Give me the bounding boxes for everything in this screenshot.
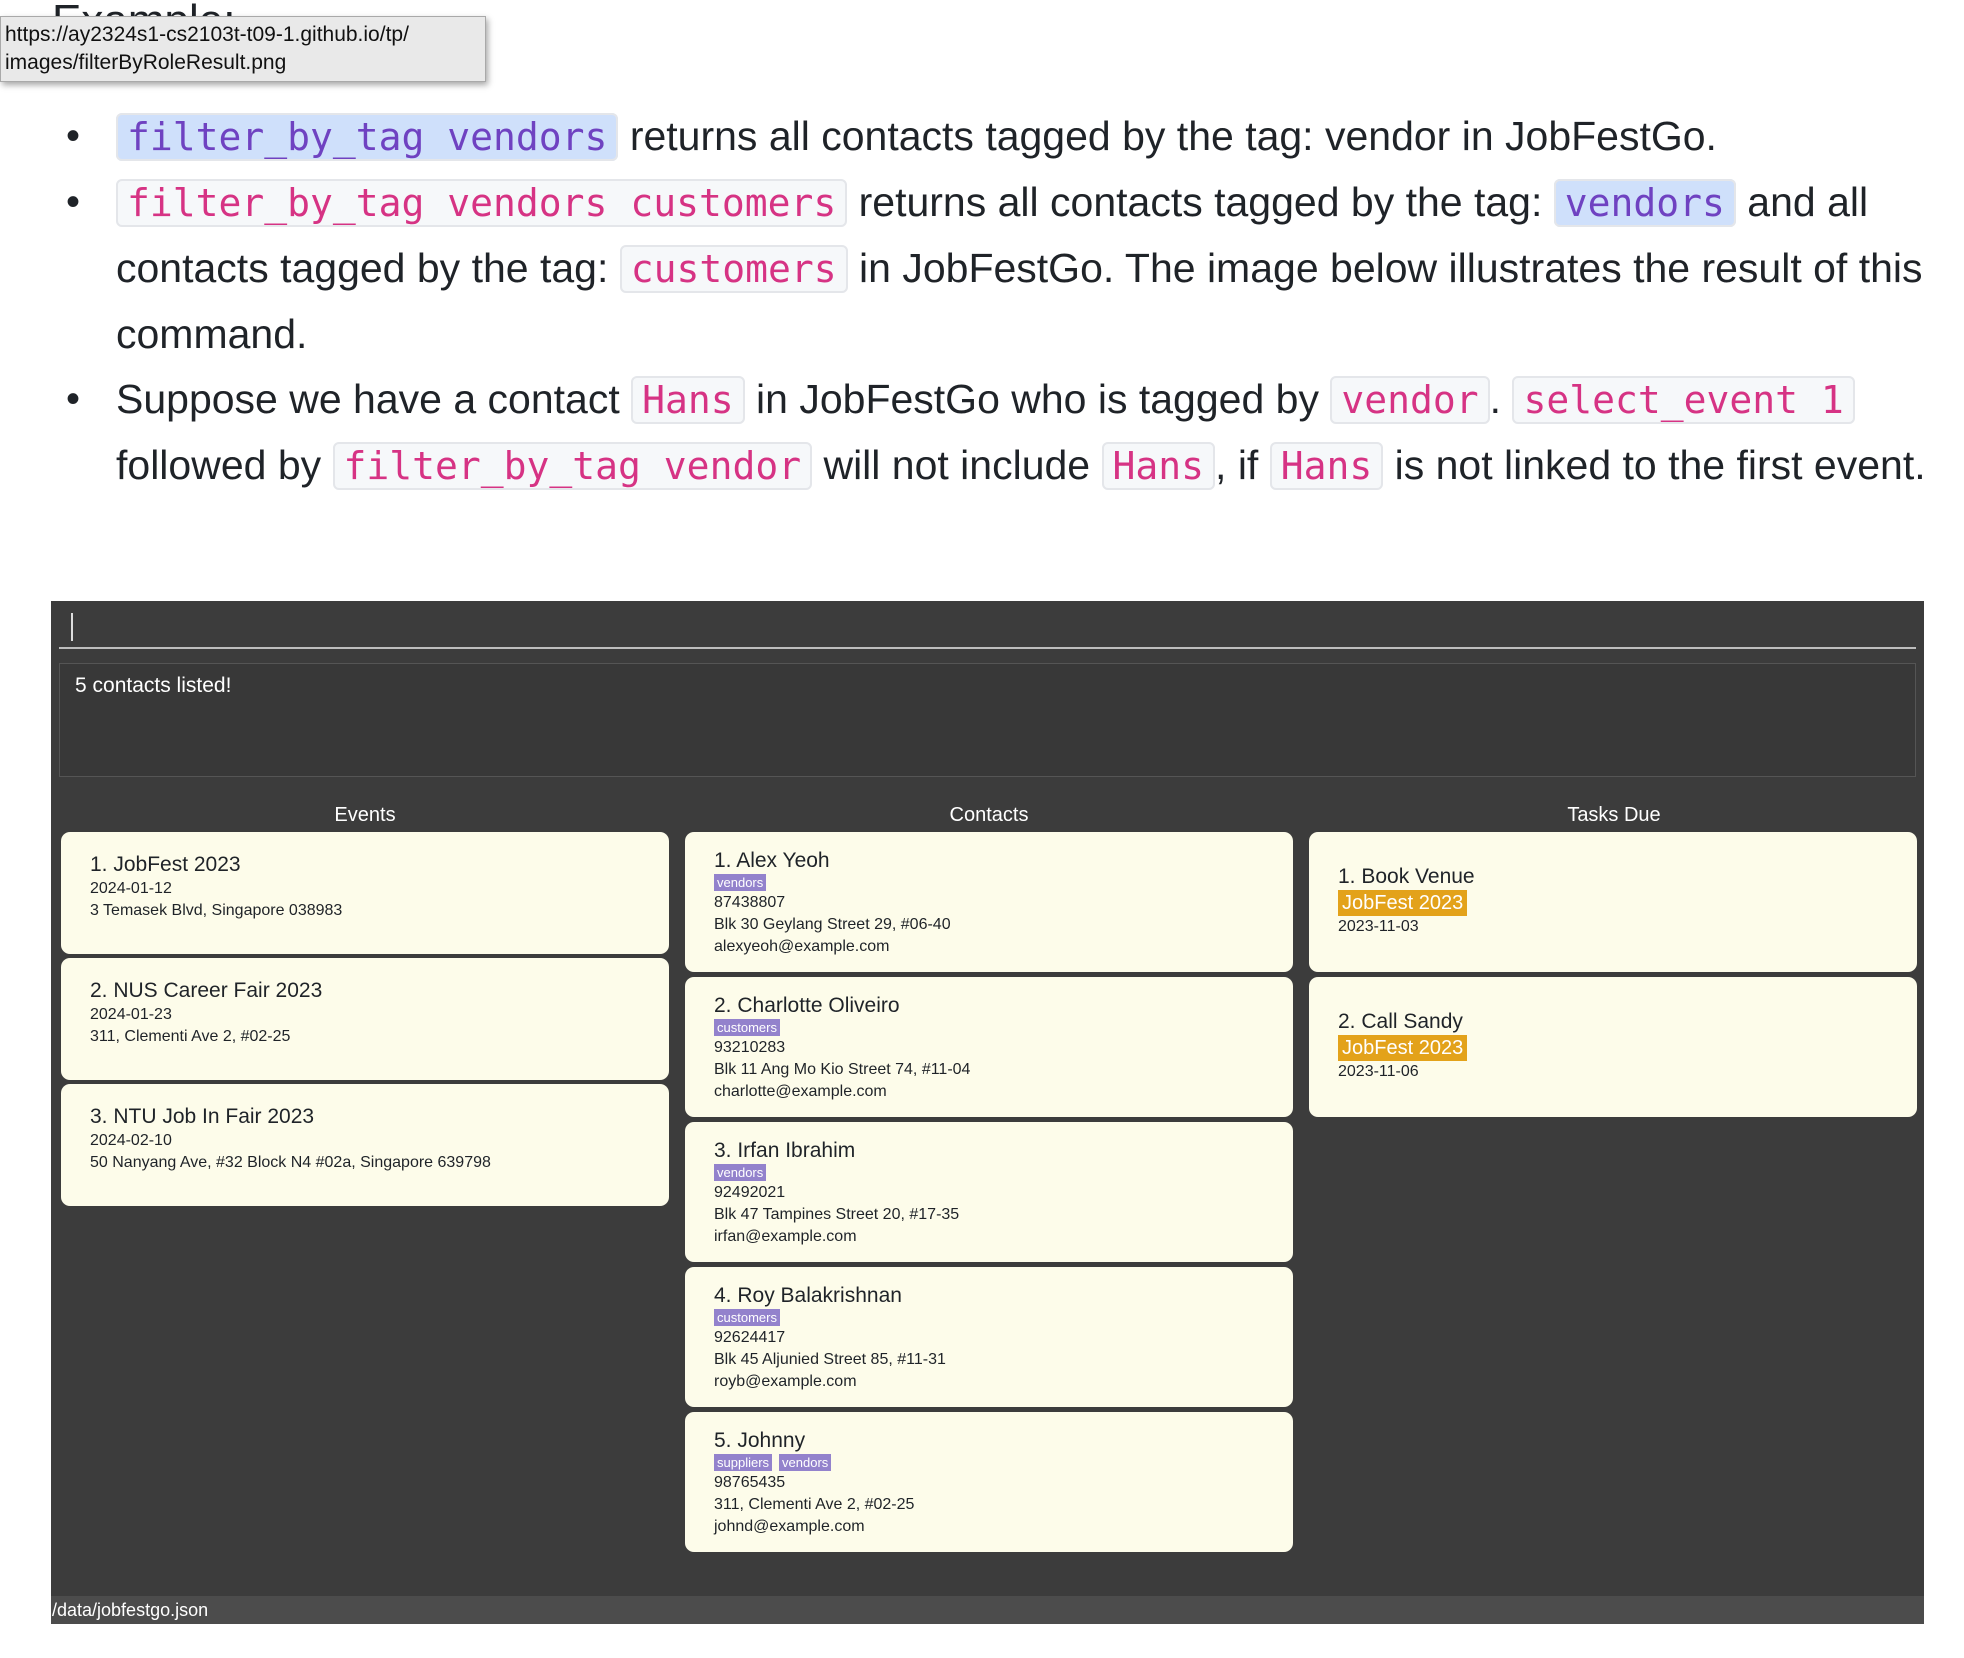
result-message: 5 contacts listed! [75,674,232,697]
tag-row: customers [714,1019,1293,1037]
contact-address: Blk 45 Aljunied Street 85, #11-31 [714,1351,946,1368]
contact-email: royb@example.com [714,1373,857,1390]
example-3-text-b: in JobFestGo who is tagged by [744,376,1331,422]
contact-card[interactable]: 3. Irfan Ibrahim vendors 92492021 Blk 47… [685,1122,1293,1262]
events-column-title: Events [334,804,396,826]
event-name: 1. JobFest 2023 [90,853,241,876]
code-filter-vendor: filter_by_tag vendor [332,442,813,490]
contacts-column-title: Contacts [949,804,1029,826]
event-date: 2024-01-12 [90,880,172,897]
contact-email: irfan@example.com [714,1228,857,1245]
task-due-date: 2023-11-03 [1338,918,1419,935]
task-event-row: JobFest 2023 [1338,1035,1917,1061]
contact-address: Blk 47 Tampines Street 20, #17-35 [714,1206,960,1223]
contact-card[interactable]: 1. Alex Yeoh vendors 87438807 Blk 30 Gey… [685,832,1293,972]
contact-address: Blk 30 Geylang Street 29, #06-40 [714,916,951,933]
code-vendors: vendors [1553,179,1736,227]
task-name: 1. Book Venue [1338,865,1475,888]
example-item-3: Suppose we have a contact Hans in JobFes… [60,367,1930,499]
app-screenshot: 5 contacts listed! Events Contacts Tasks… [51,601,1924,1624]
event-card[interactable]: 3. NTU Job In Fair 2023 2024-02-10 50 Na… [61,1084,669,1206]
contact-card[interactable]: 5. Johnny suppliers vendors 98765435 311,… [685,1412,1293,1552]
contact-name: 3. Irfan Ibrahim [714,1139,856,1162]
event-date: 2024-02-10 [90,1132,172,1149]
contact-tag: suppliers [714,1454,773,1471]
contact-card[interactable]: 4. Roy Balakrishnan customers 92624417 B… [685,1267,1293,1407]
task-name: 2. Call Sandy [1338,1010,1463,1033]
code-hans: Hans [1101,442,1216,490]
example-2-text-a: returns all contacts tagged by the tag: [847,179,1554,225]
contact-address: Blk 11 Ang Mo Kio Street 74, #11-04 [714,1061,971,1078]
examples-list: filter_by_tag vendors returns all contac… [60,104,1930,499]
contact-phone: 98765435 [714,1474,786,1491]
contact-tag: vendors [779,1454,832,1471]
status-bar-path: /data/jobfestgo.json [51,1596,1924,1624]
contact-tag: customers [714,1309,780,1326]
tasks-column-title: Tasks Due [1567,804,1661,826]
tag-row: vendors [714,1164,1293,1182]
contact-email: alexyeoh@example.com [714,938,890,955]
task-event-row: JobFest 2023 [1338,890,1917,916]
example-item-2: filter_by_tag vendors customers returns … [60,170,1930,367]
example-3-text-a: Suppose we have a contact [116,376,632,422]
event-card[interactable]: 1. JobFest 2023 2024-01-12 3 Temasek Blv… [61,832,669,954]
contact-email: johnd@example.com [714,1518,865,1535]
result-display: 5 contacts listed! [59,663,1916,777]
code-hans: Hans [1269,442,1384,490]
example-3-text-d: followed by [116,442,333,488]
code-vendor: vendor [1330,376,1490,424]
task-due-date: 2023-11-06 [1338,1063,1419,1080]
contact-name: 2. Charlotte Oliveiro [714,994,900,1017]
code-filter-vendors: filter_by_tag vendors [116,113,619,161]
example-3-text-f: , if [1215,442,1270,488]
task-event-tag: JobFest 2023 [1338,1035,1468,1061]
example-3-text-g: is not linked to the first event. [1383,442,1926,488]
contact-tag: vendors [714,874,767,891]
code-hans: Hans [631,376,745,424]
example-3-text-c: . [1489,376,1513,422]
contact-phone: 87438807 [714,894,786,911]
event-date: 2024-01-23 [90,1006,172,1023]
code-filter-vendors-customers: filter_by_tag vendors customers [116,179,848,227]
contact-phone: 92624417 [714,1329,786,1346]
command-input[interactable] [59,611,1916,649]
link-url-tooltip: https://ay2324s1-cs2103t-t09-1.github.io… [0,16,486,82]
example-3-text-e: will not include [812,442,1102,488]
event-address: 50 Nanyang Ave, #32 Block N4 #02a, Singa… [90,1154,491,1171]
task-card[interactable]: 2. Call Sandy JobFest 2023 2023-11-06 [1309,977,1917,1117]
example-item-1: filter_by_tag vendors returns all contac… [60,104,1930,170]
event-name: 2. NUS Career Fair 2023 [90,979,323,1002]
contact-name: 1. Alex Yeoh [714,849,830,872]
event-name: 3. NTU Job In Fair 2023 [90,1105,315,1128]
contact-address: 311, Clementi Ave 2, #02-25 [714,1496,915,1513]
tag-row: customers [714,1309,1293,1327]
event-address: 3 Temasek Blvd, Singapore 038983 [90,902,343,919]
event-card[interactable]: 2. NUS Career Fair 2023 2024-01-23 311, … [61,958,669,1080]
tag-row: suppliers vendors [714,1454,1293,1472]
contact-tag: customers [714,1019,780,1036]
example-1-text: returns all contacts tagged by the tag: … [618,113,1717,159]
contact-card[interactable]: 2. Charlotte Oliveiro customers 93210283… [685,977,1293,1117]
contact-name: 4. Roy Balakrishnan [714,1284,902,1307]
contact-tag: vendors [714,1164,767,1181]
contact-email: charlotte@example.com [714,1083,887,1100]
task-card[interactable]: 1. Book Venue JobFest 2023 2023-11-03 [1309,832,1917,972]
code-customers: customers [619,245,848,293]
contact-phone: 93210283 [714,1039,786,1056]
contact-phone: 92492021 [714,1184,786,1201]
text-caret [71,613,73,641]
event-address: 311, Clementi Ave 2, #02-25 [90,1028,291,1045]
contact-name: 5. Johnny [714,1429,806,1452]
tag-row: vendors [714,874,1293,892]
task-event-tag: JobFest 2023 [1338,890,1468,916]
code-select-event: select_event 1 [1512,376,1855,424]
